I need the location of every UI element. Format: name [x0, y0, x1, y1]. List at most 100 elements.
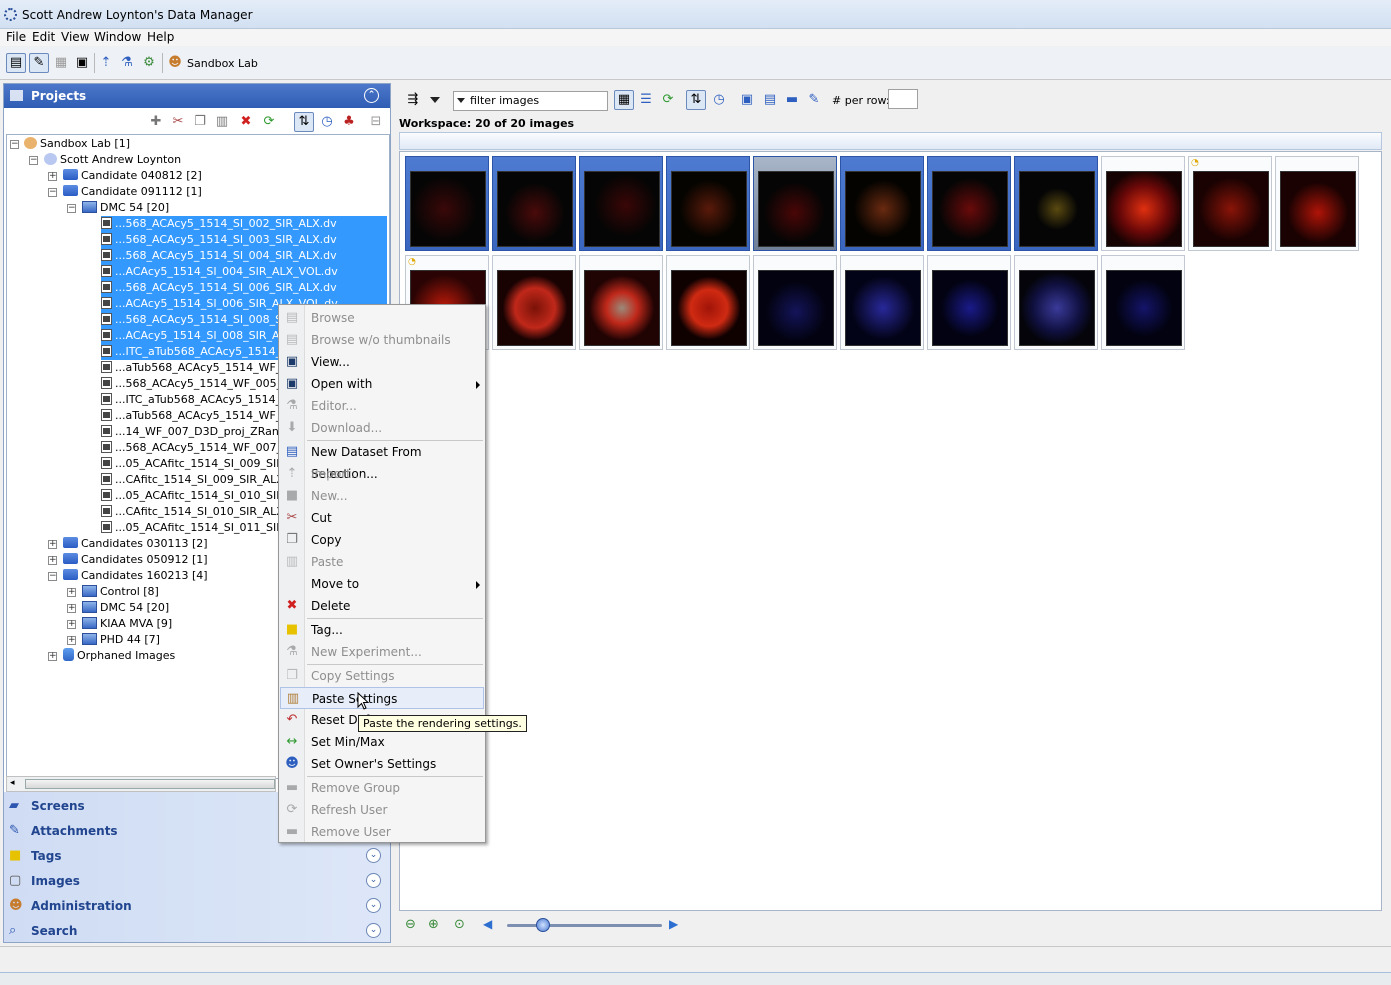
tree-node-project[interactable]: Candidate 091112 [1]	[63, 184, 202, 200]
menu-item-paste[interactable]: ▥ Paste	[280, 551, 484, 573]
table-view-icon[interactable]: ▦	[51, 53, 71, 73]
sort-date-icon[interactable]: ◷	[317, 112, 337, 132]
image-thumbnail[interactable]	[1014, 156, 1098, 251]
per-row-input[interactable]	[888, 89, 918, 109]
image-thumbnail[interactable]	[927, 255, 1011, 350]
image-thumbnail[interactable]	[753, 156, 837, 251]
expand-icon[interactable]: ⌄	[366, 898, 381, 913]
tree-node-dataset[interactable]: PHD 44 [7]	[82, 632, 160, 648]
image-thumbnail[interactable]: ◔	[1188, 156, 1272, 251]
tree-node-image[interactable]: ...568_ACAcy5_1514_SI_006_SIR_ALX.dv	[101, 280, 387, 296]
image-thumbnail[interactable]	[579, 156, 663, 251]
tree-node-dataset[interactable]: DMC 54 [20]	[82, 200, 169, 216]
toggle-icon[interactable]: +	[67, 636, 76, 645]
filter-dropdown-icon[interactable]	[457, 98, 465, 103]
image-thumbnail[interactable]	[579, 255, 663, 350]
toggle-icon[interactable]: +	[67, 604, 76, 613]
editor-tool-icon[interactable]: ⚗	[117, 53, 137, 73]
menu-item-download[interactable]: ⬇ Download...	[280, 417, 484, 439]
toggle-icon[interactable]: −	[48, 572, 57, 581]
menu-window[interactable]: Window	[94, 30, 141, 44]
zoom-out-icon[interactable]: ⊖	[405, 917, 416, 932]
hierarchy-view-icon[interactable]: ▤	[6, 53, 26, 73]
toggle-user-icon[interactable]: −	[29, 156, 38, 165]
collapse-all-icon[interactable]: ⊟	[366, 112, 386, 132]
menu-item-editor[interactable]: ⚗ Editor...	[280, 395, 484, 417]
menu-item-browse-no-thumbnails[interactable]: ▤ Browse w/o thumbnails	[280, 329, 484, 351]
thumbnail-view-icon[interactable]: ▦	[614, 90, 634, 110]
edit-icon[interactable]: ✎	[804, 90, 824, 110]
toggle-root-icon[interactable]: −	[10, 140, 19, 149]
tree-node-image[interactable]: ...568_ACAcy5_1514_SI_002_SIR_ALX.dv	[101, 216, 387, 232]
tree-node-image[interactable]: ...568_ACAcy5_1514_SI_003_SIR_ALX.dv	[101, 232, 387, 248]
tree-node-project[interactable]: Candidates 030113 [2]	[63, 536, 208, 552]
zoom-slider[interactable]	[507, 924, 662, 927]
filter-images-input[interactable]: filter images	[453, 91, 608, 111]
image-thumbnail[interactable]	[753, 255, 837, 350]
viewer-icon[interactable]: ▣	[72, 53, 92, 73]
expand-icon[interactable]: ⌄	[366, 873, 381, 888]
dropdown-icon[interactable]	[430, 97, 440, 103]
zoom-in-icon[interactable]: ⊕	[428, 917, 439, 932]
slideshow-icon[interactable]: ▬	[782, 90, 802, 110]
menu-item-browse[interactable]: ▤ Browse	[280, 307, 484, 329]
tree-node-dataset[interactable]: KIAA MVA [9]	[82, 616, 172, 632]
scissors-icon[interactable]: ✂	[168, 112, 188, 132]
pane-search[interactable]: ⌕ Search ⌄	[4, 919, 390, 944]
menu-help[interactable]: Help	[147, 30, 174, 44]
menu-file[interactable]: File	[6, 30, 26, 44]
tree-node-image[interactable]: ...05_ACAfitc_1514_SI_011_SIR.dv	[101, 520, 301, 536]
paste-icon[interactable]: ▥	[212, 112, 232, 132]
menu-item-view[interactable]: ▣ View...	[280, 351, 484, 373]
tree-node-dataset[interactable]: DMC 54 [20]	[82, 600, 169, 616]
menu-item-cut[interactable]: ✂ Cut	[280, 507, 484, 529]
dataset-icon[interactable]: ▤	[760, 90, 780, 110]
tree-node-dataset[interactable]: Control [8]	[82, 584, 159, 600]
scrollbar-thumb[interactable]	[25, 779, 275, 789]
list-view-icon[interactable]: ☰	[636, 90, 656, 110]
copy-icon[interactable]: ❐	[190, 112, 210, 132]
image-thumbnail[interactable]	[666, 255, 750, 350]
toggle-icon[interactable]: −	[48, 188, 57, 197]
tree-node-image[interactable]: ...ACAcy5_1514_SI_004_SIR_ALX_VOL.dv	[101, 264, 387, 280]
import-icon[interactable]: ⇡	[96, 53, 116, 73]
menu-item-open-with[interactable]: ▣ Open with	[280, 373, 484, 395]
toggle-icon[interactable]: +	[48, 652, 57, 661]
menu-item-new-dataset[interactable]: ▤ New Dataset From Selection...	[280, 441, 484, 482]
sort-name-icon[interactable]: ⇅	[686, 90, 706, 110]
tree-node-orphaned[interactable]: Orphaned Images	[63, 648, 175, 664]
tree-node-project[interactable]: Candidates 050912 [1]	[63, 552, 208, 568]
image-thumbnail[interactable]	[840, 156, 924, 251]
slider-right-icon[interactable]: ▶	[669, 917, 678, 931]
slider-left-icon[interactable]: ◀	[483, 917, 492, 931]
scripts-icon[interactable]: ⚙	[139, 53, 159, 73]
image-thumbnail[interactable]	[1101, 156, 1185, 251]
expand-icon[interactable]: ⌄	[366, 923, 381, 938]
image-thumbnail[interactable]	[1014, 255, 1098, 350]
zoom-fit-icon[interactable]: ⊙	[454, 917, 465, 932]
tree-node-image[interactable]: ...05_ACAfitc_1514_SI_010_SIR.dv	[101, 488, 301, 504]
menu-item-import[interactable]: ⇡ Import...	[280, 463, 484, 485]
zoom-slider-knob[interactable]	[536, 918, 550, 932]
image-thumbnail[interactable]	[492, 156, 576, 251]
menu-view[interactable]: View	[61, 30, 89, 44]
menu-item-new[interactable]: ■ New...	[280, 485, 484, 507]
projects-header[interactable]: Projects ⌃	[4, 84, 390, 108]
editor-view-icon[interactable]: ✎	[29, 53, 49, 73]
sort-az-icon[interactable]: ⇅	[294, 112, 314, 132]
menu-item-set-min-max[interactable]: ↔ Set Min/Max	[280, 731, 484, 753]
menu-item-paste-settings[interactable]: ▥ Paste Settings	[280, 687, 484, 709]
expand-icon[interactable]: ⌄	[366, 848, 381, 863]
filter-icon[interactable]: ♣	[339, 112, 359, 132]
new-icon[interactable]: ✚	[146, 112, 166, 132]
pane-administration[interactable]: ☻ Administration ⌄	[4, 894, 390, 919]
toggle-icon[interactable]: +	[67, 588, 76, 597]
delete-icon[interactable]: ✖	[236, 112, 256, 132]
tree-node-image[interactable]: ...568_ACAcy5_1514_SI_004_SIR_ALX.dv	[101, 248, 387, 264]
toggle-icon[interactable]: −	[67, 204, 76, 213]
pane-tags[interactable]: ■ Tags ⌄	[4, 844, 390, 869]
refresh-icon[interactable]: ⟳	[259, 112, 279, 132]
toggle-icon[interactable]: +	[48, 540, 57, 549]
scroll-left-icon[interactable]: ◂	[10, 778, 15, 788]
menu-item-delete[interactable]: ✖ Delete	[280, 595, 484, 617]
